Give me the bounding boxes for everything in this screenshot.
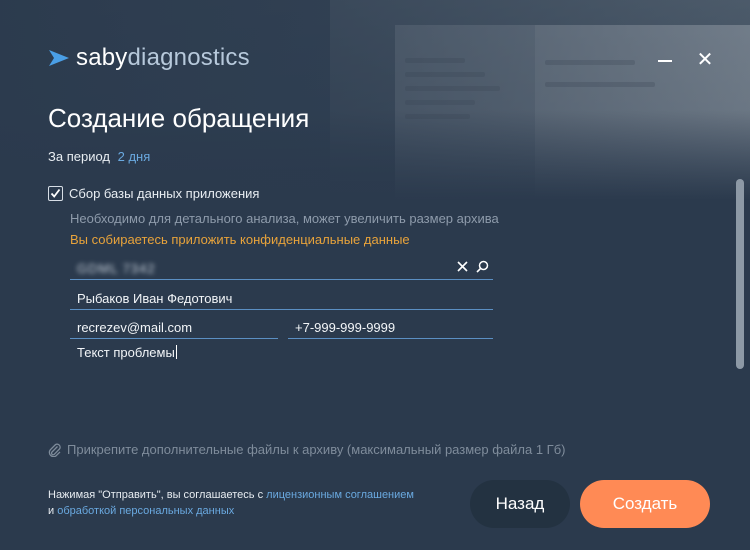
attach-files-label: Прикрепите дополнительные файлы к архиву…	[67, 442, 566, 457]
close-button[interactable]: ✕	[695, 50, 715, 70]
phone-value: +7-999-999-9999	[295, 320, 396, 335]
text-caret	[175, 345, 177, 359]
personal-data-link[interactable]: обработкой персональных данных	[57, 505, 234, 517]
logo-text-saby: saby	[76, 44, 128, 71]
collect-db-label: Сбор базы данных приложения	[69, 186, 260, 201]
background-screenshot	[0, 0, 750, 200]
create-button[interactable]: Создать	[580, 480, 710, 528]
period-row: За период 2 дня	[48, 149, 150, 164]
search-field-icons	[457, 260, 489, 273]
checkmark-icon	[50, 188, 61, 198]
problem-textarea[interactable]: Текст проблемы	[70, 345, 493, 405]
agreement-and: и	[48, 505, 58, 517]
license-agreement-link[interactable]: лицензионным соглашением	[266, 489, 414, 501]
logo-mark-icon	[49, 50, 69, 66]
logo-text-diagnostics: diagnostics	[127, 44, 250, 71]
confidential-warning: Вы собираетесь приложить конфиденциальны…	[70, 232, 410, 247]
app-logo: sabydiagnostics	[48, 44, 250, 72]
attach-files-link[interactable]: Прикрепите дополнительные файлы к архиву…	[48, 442, 566, 457]
name-value: Рыбаков Иван Федотович	[77, 291, 233, 306]
background-fade	[0, 0, 750, 200]
contact-search-field[interactable]: GDML 7342	[70, 258, 493, 280]
agreement-text: Нажимая "Отправить", вы соглашаетесь с л…	[48, 487, 414, 519]
collect-db-checkbox[interactable]	[48, 186, 63, 201]
minimize-button[interactable]	[655, 50, 675, 70]
email-field[interactable]: recrezev@mail.com	[70, 317, 278, 339]
scrollbar[interactable]	[736, 179, 744, 369]
phone-field[interactable]: +7-999-999-9999	[288, 317, 493, 339]
logo-text: sabydiagnostics	[76, 44, 250, 72]
name-field[interactable]: Рыбаков Иван Федотович	[70, 288, 493, 310]
page-title: Создание обращения	[48, 103, 310, 133]
period-label: За период	[48, 149, 110, 164]
collect-db-row[interactable]: Сбор базы данных приложения	[48, 186, 259, 201]
period-value-link[interactable]: 2 дня	[118, 149, 151, 164]
email-value: recrezev@mail.com	[77, 320, 193, 335]
paperclip-icon	[48, 443, 61, 457]
back-button[interactable]: Назад	[470, 480, 570, 528]
clear-icon[interactable]	[457, 261, 468, 272]
collect-db-hint: Необходимо для детального анализа, может…	[70, 211, 499, 226]
agreement-prefix: Нажимая "Отправить", вы соглашаетесь с	[48, 489, 267, 501]
search-icon[interactable]	[476, 260, 489, 273]
contact-search-value: GDML 7342	[77, 261, 156, 276]
problem-value: Текст проблемы	[77, 345, 175, 360]
